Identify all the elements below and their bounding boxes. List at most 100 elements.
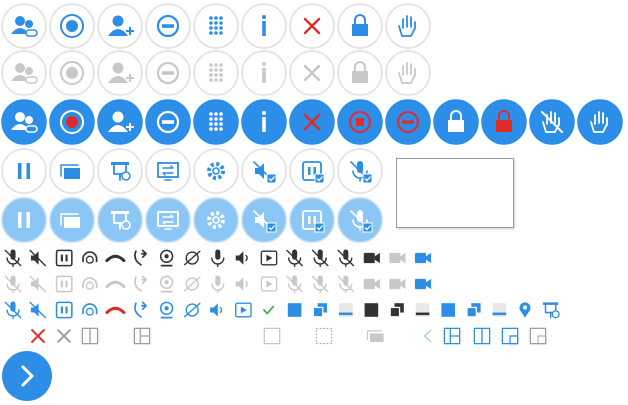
screenshare-icon[interactable] — [145, 148, 191, 194]
mic-disabled-icon[interactable] — [286, 249, 303, 268]
mic-check-icon[interactable] — [337, 148, 383, 194]
eye-off-icon[interactable] — [183, 276, 201, 292]
headset-icon[interactable] — [82, 303, 98, 316]
mic-icon[interactable] — [211, 275, 225, 294]
close-red-icon[interactable] — [31, 329, 45, 343]
settings-icon[interactable] — [193, 148, 239, 194]
webcam-icon[interactable] — [159, 275, 174, 293]
webcam-icon[interactable] — [159, 301, 174, 319]
close-icon[interactable] — [289, 50, 335, 96]
layout-a-icon[interactable] — [443, 327, 461, 345]
mute-check-icon[interactable] — [241, 197, 287, 243]
mic-off-icon[interactable] — [4, 301, 22, 320]
empty-square-icon[interactable] — [263, 327, 281, 345]
record-active-icon[interactable] — [49, 99, 95, 145]
eye-off-icon[interactable] — [183, 302, 201, 318]
split-v-icon[interactable] — [81, 327, 99, 345]
call-swap-icon[interactable] — [134, 275, 147, 292]
hangup-red-icon[interactable] — [105, 306, 126, 315]
keypad-icon[interactable] — [193, 3, 239, 49]
next-button[interactable] — [2, 351, 52, 401]
pause-box-icon[interactable] — [55, 301, 73, 319]
stop-record-icon[interactable] — [337, 99, 383, 145]
stop-icon[interactable] — [145, 3, 191, 49]
record-icon[interactable] — [49, 50, 95, 96]
raise-hand-icon[interactable] — [385, 50, 431, 96]
video-icon[interactable] — [363, 278, 380, 290]
mic-disabled-light-icon[interactable] — [311, 275, 329, 294]
stop-icon[interactable] — [145, 99, 191, 145]
layers-icon[interactable] — [49, 148, 95, 194]
video-pause-icon[interactable] — [389, 252, 406, 264]
play-box-icon[interactable] — [260, 250, 278, 266]
speaker-icon[interactable] — [210, 303, 223, 317]
overlap-blue-icon[interactable] — [312, 303, 327, 318]
pause-box-icon[interactable] — [55, 275, 73, 293]
raise-hand-icon[interactable] — [577, 99, 623, 145]
play-box-icon[interactable] — [235, 302, 252, 318]
layout-c-icon[interactable] — [501, 327, 519, 345]
mic-disabled-light-icon[interactable] — [311, 249, 329, 268]
overlap-blue-2-icon[interactable] — [466, 303, 481, 318]
eye-off-icon[interactable] — [183, 250, 201, 266]
info-icon[interactable] — [241, 50, 287, 96]
play-box-icon[interactable] — [260, 276, 278, 292]
add-user-icon[interactable] — [97, 99, 143, 145]
mic-icon[interactable] — [211, 249, 225, 268]
raise-hand-icon[interactable] — [385, 3, 431, 49]
layers-icon[interactable] — [49, 197, 95, 243]
layout-b-icon[interactable] — [473, 327, 491, 345]
add-user-icon[interactable] — [97, 50, 143, 96]
info-icon[interactable] — [241, 3, 287, 49]
minimize-black-icon[interactable] — [415, 303, 430, 317]
layout-d-icon[interactable] — [529, 327, 547, 345]
locked-red-icon[interactable] — [481, 99, 527, 145]
lock-icon[interactable] — [337, 50, 383, 96]
speaker-off-icon[interactable] — [29, 275, 47, 293]
stop-icon[interactable] — [145, 50, 191, 96]
hangup-icon[interactable] — [105, 280, 126, 289]
participants-icon[interactable] — [1, 3, 47, 49]
square-black-icon[interactable] — [364, 303, 379, 317]
record-icon[interactable] — [49, 3, 95, 49]
overlap-black-icon[interactable] — [389, 303, 404, 318]
headset-icon[interactable] — [82, 277, 98, 290]
pause-icon[interactable] — [1, 197, 47, 243]
add-user-icon[interactable] — [97, 3, 143, 49]
minimize-blue-2-icon[interactable] — [492, 303, 507, 317]
headset-icon[interactable] — [82, 251, 98, 264]
mic-off-icon[interactable] — [4, 249, 22, 268]
video-icon[interactable] — [363, 252, 380, 264]
location-icon[interactable] — [519, 302, 531, 318]
video-pause-icon[interactable] — [389, 278, 406, 290]
square-blue-icon[interactable] — [287, 303, 302, 317]
lock-icon[interactable] — [433, 99, 479, 145]
speaker-off-icon[interactable] — [29, 249, 47, 267]
presenter-small-icon[interactable] — [542, 302, 560, 319]
pause-check-icon[interactable] — [289, 197, 335, 243]
lock-icon[interactable] — [337, 3, 383, 49]
keypad-icon[interactable] — [193, 50, 239, 96]
info-icon[interactable] — [241, 99, 287, 145]
presenter-icon[interactable] — [97, 197, 143, 243]
pause-icon[interactable] — [1, 148, 47, 194]
video-blue-icon[interactable] — [414, 278, 432, 290]
screenshare-icon[interactable] — [145, 197, 191, 243]
mic-disabled-icon[interactable] — [286, 275, 303, 294]
webcam-icon[interactable] — [159, 249, 174, 267]
mic-blocked-icon[interactable] — [337, 275, 355, 294]
speaker-icon[interactable] — [235, 251, 248, 265]
lower-hand-icon[interactable] — [529, 99, 575, 145]
close-icon[interactable] — [289, 99, 335, 145]
settings-icon[interactable] — [193, 197, 239, 243]
square-blue-2-icon[interactable] — [441, 303, 455, 317]
end-icon[interactable] — [385, 99, 431, 145]
video-blue-icon[interactable] — [414, 252, 432, 264]
mic-check-icon[interactable] — [337, 197, 383, 243]
close-icon[interactable] — [289, 3, 335, 49]
checkmark-icon[interactable] — [263, 305, 275, 315]
call-swap-icon[interactable] — [134, 301, 147, 318]
chevron-left-icon[interactable] — [423, 329, 432, 343]
mic-off-icon[interactable] — [4, 275, 22, 294]
hangup-icon[interactable] — [105, 254, 126, 263]
